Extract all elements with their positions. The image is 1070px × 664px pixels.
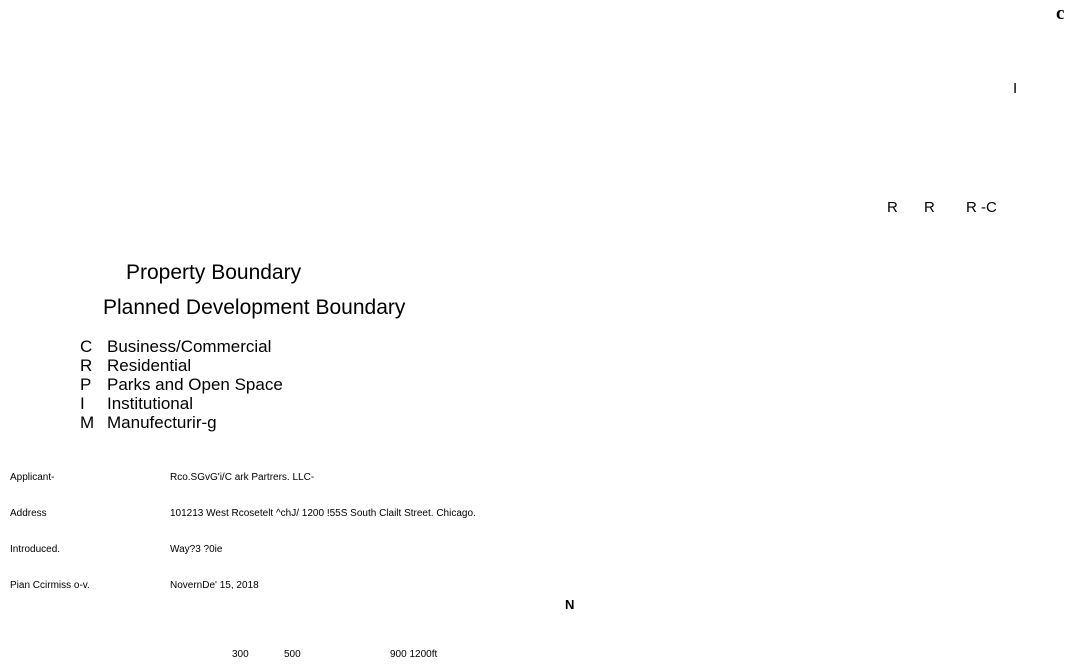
legend-property-boundary: Property Boundary [126,261,302,284]
north-arrow-label: N [565,597,575,612]
zone-label: Residential [107,356,192,375]
info-row-plan-commission: Pian Ccirmiss o-v. NovernDe' 15, 2018 [10,580,710,594]
scale-tick-500: 500 [284,649,301,660]
map-label-i: I [1013,80,1018,97]
zone-label-r-2: R [924,199,935,216]
legend-zone-row: P Parks and Open Space [80,375,283,394]
zone-code: M [80,413,95,432]
zone-code: C [80,337,93,356]
legend-zone-row: M Manufecturir-g [80,413,283,432]
legend-zone-row: C Business/Commercial [80,337,283,356]
info-value: Way?3 ?0ie [170,544,223,555]
info-row-applicant: Applicant- Rco.SGvG'i/C ark Partrers. LL… [10,472,710,486]
info-value: NovernDe' 15, 2018 [170,580,259,591]
zoning-legend: C Business/Commercial R Residential P Parks… [80,337,283,432]
scale-tick-900-1200: 900 1200ft [390,649,438,660]
info-value: 101213 West Rcosetelt ^chJ/ 1200 !55S So… [170,508,476,519]
info-label: Pian Ccirmiss o-v. [10,580,90,591]
info-value: Rco.SGvG'i/C ark Partrers. LLC- [170,472,315,483]
info-row-address: Address 101213 West Rcosetelt ^chJ/ 1200… [10,508,710,522]
zone-code: P [80,375,92,394]
zone-label: Business/Commercial [107,337,272,356]
zone-label-r-c: R -C [966,199,997,216]
legend-zone-row: R Residential [80,356,283,375]
info-row-introduced: Introduced. Way?3 ?0ie [10,544,710,558]
info-label: Address [10,508,47,519]
zone-label-r-1: R [887,199,898,216]
scale-tick-300: 300 [232,649,249,660]
map-corner-label: c [1056,3,1065,24]
zone-code: I [80,394,85,413]
zone-label: Manufecturir-g [107,413,217,432]
legend-zone-row: I Institutional [80,394,283,413]
zone-code: R [80,356,93,375]
info-label: Introduced. [10,544,61,555]
info-label: Applicant- [10,472,55,483]
legend-planned-development-boundary: Planned Development Boundary [103,296,406,319]
zone-label: Institutional [107,394,193,413]
zone-label: Parks and Open Space [107,375,283,394]
